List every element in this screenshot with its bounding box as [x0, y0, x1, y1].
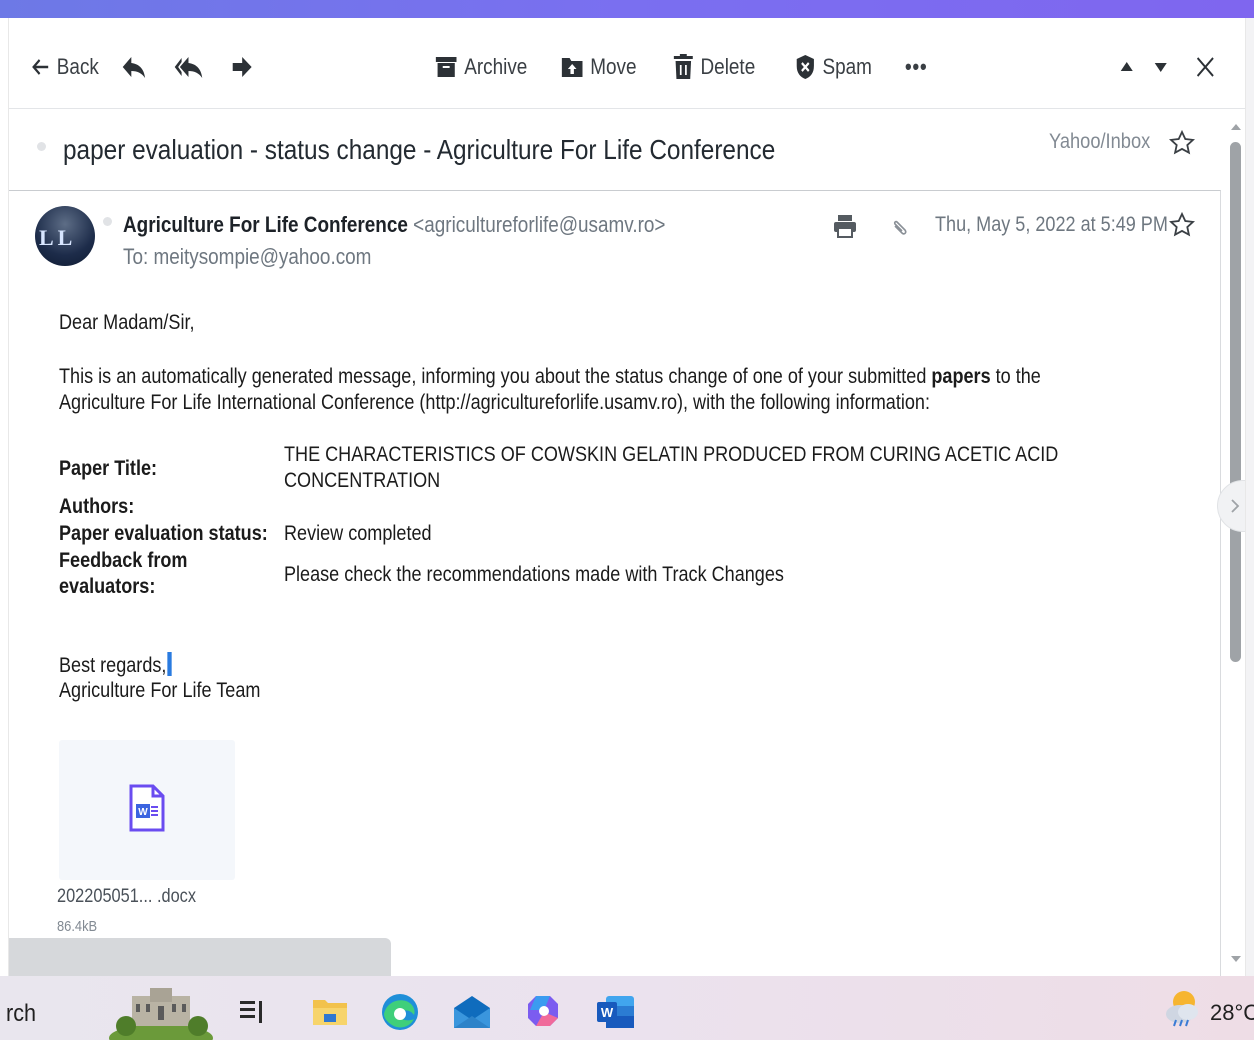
- message-toolbar: Back Archive Move Delete Spam •••: [9, 18, 1245, 109]
- mail-reader: Back Archive Move Delete Spam ••• paper …: [8, 18, 1246, 976]
- window-top-accent-bar: [0, 0, 1254, 18]
- close-icon: [1196, 57, 1214, 77]
- window-edge: [1246, 18, 1254, 976]
- vertical-scrollbar[interactable]: [1225, 118, 1245, 976]
- status-label: Paper evaluation status:: [59, 522, 268, 545]
- paper-title-line-2: CONCENTRATION: [284, 469, 441, 492]
- chevron-right-icon: [1231, 499, 1240, 513]
- shield-x-icon: [796, 55, 814, 79]
- previous-message-button[interactable]: [1119, 52, 1134, 82]
- star-icon[interactable]: [1169, 130, 1195, 156]
- text-cursor: [167, 652, 172, 676]
- scroll-down-icon[interactable]: [1230, 954, 1242, 964]
- reply-button[interactable]: [121, 52, 147, 82]
- edge-browser-icon[interactable]: [380, 992, 420, 1032]
- sender-name[interactable]: Agriculture For Life Conference: [123, 212, 408, 237]
- move-folder-icon: [561, 58, 583, 77]
- attachment-clip-icon[interactable]: [889, 216, 911, 240]
- unread-dot[interactable]: [37, 142, 46, 151]
- status-value: Review completed: [284, 522, 432, 545]
- back-label: Back: [56, 54, 99, 79]
- more-actions-button[interactable]: •••: [905, 52, 927, 82]
- taskbar-search[interactable]: rch: [6, 1000, 36, 1028]
- spam-label: Spam: [822, 54, 872, 79]
- back-button[interactable]: Back: [31, 52, 99, 82]
- taskbar: rch W 28°C: [0, 976, 1254, 1040]
- forward-icon: [232, 57, 252, 77]
- trash-icon: [673, 54, 693, 79]
- overlay-bar: [9, 938, 391, 976]
- archive-icon: [435, 57, 457, 77]
- next-message-button[interactable]: [1153, 52, 1168, 82]
- attachment-size: 86.4kB: [57, 918, 98, 935]
- message-subject: paper evaluation - status change - Agric…: [63, 134, 776, 165]
- more-dots-icon: •••: [905, 54, 928, 79]
- intro-line-1: This is an automatically generated messa…: [59, 365, 1041, 388]
- print-icon[interactable]: [833, 214, 857, 238]
- reply-icon: [122, 57, 146, 78]
- side-panel-toggle[interactable]: [1217, 480, 1245, 532]
- message-date: Thu, May 5, 2022 at 5:49 PM: [935, 213, 1168, 236]
- reply-all-button[interactable]: [173, 52, 204, 82]
- intro-line-2: Agriculture For Life International Confe…: [59, 391, 930, 414]
- castle-search-highlight-icon[interactable]: [106, 984, 216, 1040]
- sender-email[interactable]: <agricultureforlife@usamv.ro>: [413, 212, 665, 237]
- back-arrow-icon: [32, 59, 49, 75]
- feedback-value: Please check the recommendations made wi…: [284, 563, 784, 586]
- attachment-tile[interactable]: W: [59, 740, 235, 880]
- move-button[interactable]: Move: [561, 52, 637, 82]
- signature: Agriculture For Life Team: [59, 679, 261, 702]
- close-button[interactable]: [1195, 52, 1216, 82]
- caret-up-icon: [1120, 62, 1133, 71]
- authors-label: Authors:: [59, 495, 135, 518]
- move-label: Move: [590, 54, 637, 79]
- feedback-label-line-1: Feedback from: [59, 549, 188, 572]
- archive-button[interactable]: Archive: [435, 52, 527, 82]
- attachment-filename[interactable]: 202205051... .docx: [57, 886, 196, 908]
- folder-label[interactable]: Yahoo/Inbox: [1049, 130, 1150, 154]
- svg-text:W: W: [601, 1005, 614, 1020]
- sender-avatar[interactable]: LL: [35, 206, 95, 266]
- archive-label: Archive: [464, 54, 528, 79]
- task-view-icon[interactable]: [238, 998, 270, 1026]
- scroll-up-icon[interactable]: [1230, 122, 1242, 132]
- scrollbar-thumb[interactable]: [1230, 142, 1241, 662]
- delete-button[interactable]: Delete: [673, 52, 755, 82]
- paper-title-label: Paper Title:: [59, 457, 158, 480]
- feedback-label-line-2: evaluators:: [59, 575, 156, 598]
- copilot-app-icon[interactable]: [526, 992, 562, 1030]
- spam-button[interactable]: Spam: [795, 52, 872, 82]
- caret-down-icon: [1154, 63, 1167, 72]
- svg-text:W: W: [138, 807, 148, 818]
- reply-all-icon: [174, 57, 203, 78]
- paper-title-line-1: THE CHARACTERISTICS OF COWSKIN GELATIN P…: [284, 443, 1059, 466]
- sender-line: Agriculture For Life Conference <agricul…: [123, 212, 665, 238]
- sender-status-dot: [103, 217, 112, 226]
- file-explorer-icon[interactable]: [312, 996, 348, 1028]
- greeting: Dear Madam/Sir,: [59, 311, 195, 334]
- closing: Best regards,: [59, 652, 172, 679]
- recipient-line[interactable]: To: meitysompie@yahoo.com: [123, 244, 371, 270]
- forward-button[interactable]: [231, 52, 253, 82]
- weather-cloud-icon[interactable]: [1162, 988, 1202, 1028]
- weather-temperature[interactable]: 28°C: [1210, 1000, 1254, 1026]
- mail-app-icon[interactable]: [452, 994, 492, 1030]
- delete-label: Delete: [700, 54, 756, 79]
- word-doc-icon: W: [129, 784, 165, 832]
- word-app-icon[interactable]: W: [596, 994, 636, 1030]
- star-icon[interactable]: [1169, 212, 1195, 238]
